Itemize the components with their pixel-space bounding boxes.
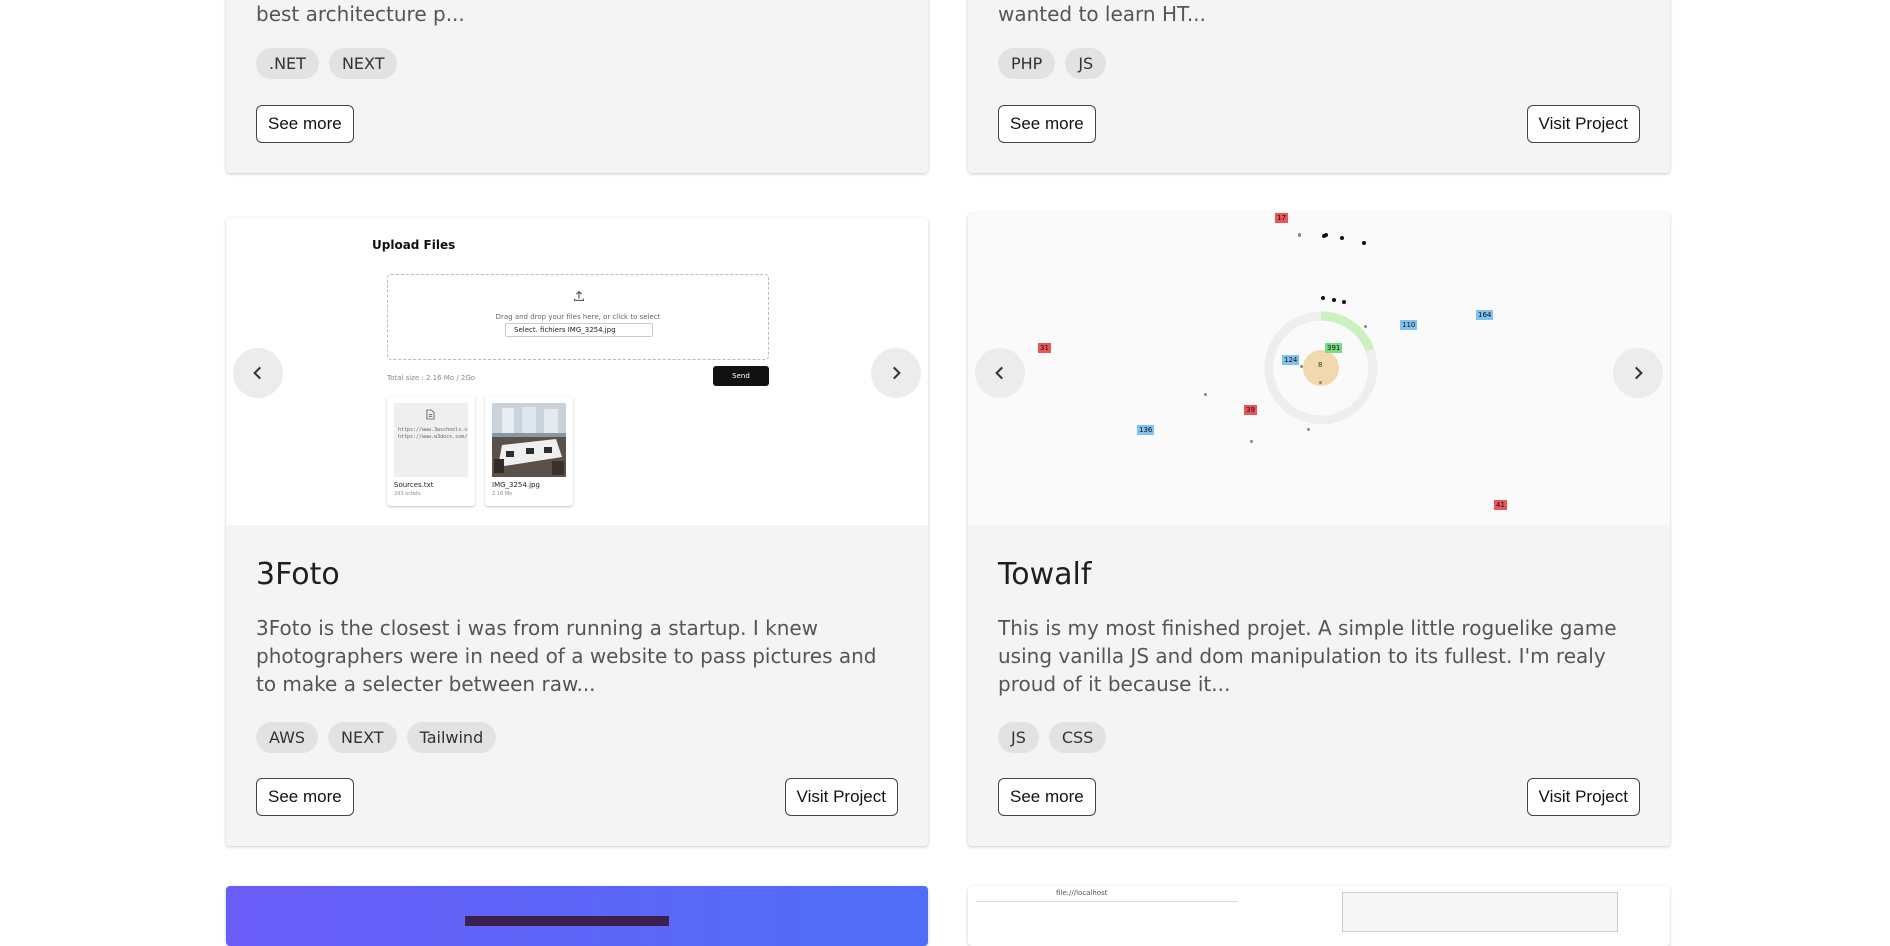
file-size: 2.16 Mo bbox=[492, 491, 513, 497]
total-size: Total size : 2.16 Mo / 2Go bbox=[387, 374, 476, 382]
damage-label: 136 bbox=[1137, 425, 1155, 435]
chevron-left-icon bbox=[253, 366, 261, 380]
file-name: Sources.txt bbox=[394, 481, 434, 489]
tag: JS bbox=[1065, 48, 1107, 79]
drop-text: Drag and drop your files here, or click … bbox=[495, 313, 661, 321]
browser-toolbar-preview: file:///localhost bbox=[976, 886, 1238, 902]
upload-title: Upload Files bbox=[372, 238, 456, 252]
project-description: wanted to learn HT... bbox=[998, 2, 1206, 26]
send-button-preview: Send bbox=[713, 366, 769, 386]
file-thumbnail: IMG_3254.jpg 2.16 Mo bbox=[485, 396, 573, 506]
enemy-dot bbox=[1307, 428, 1310, 431]
carousel-slide: Upload Files Drag and drop your files he… bbox=[226, 218, 928, 525]
file-thumbnail: https://www.3wschools.com/javascript/js_… bbox=[387, 396, 475, 506]
enemy-dot bbox=[1364, 325, 1367, 328]
file-icon bbox=[426, 409, 435, 420]
browser-window-preview bbox=[1342, 892, 1618, 932]
chevron-right-icon bbox=[893, 366, 901, 380]
projects-grid: best architecture p... .NET NEXT See mor… bbox=[0, 0, 1890, 946]
tag-list: PHP JS bbox=[998, 48, 1107, 79]
tag: .NET bbox=[256, 48, 319, 79]
damage-label: 391 bbox=[1325, 343, 1343, 353]
damage-label: 41 bbox=[1494, 500, 1507, 510]
project-title: 3Foto bbox=[256, 557, 340, 592]
tag: Tailwind bbox=[406, 722, 497, 753]
see-more-button[interactable]: See more bbox=[998, 105, 1096, 143]
enemy-dot bbox=[1250, 440, 1253, 443]
damage-label: 31 bbox=[1038, 343, 1051, 353]
enemy-dot bbox=[1298, 233, 1301, 236]
file-select-input: Select. fichiers IMG_3254.jpg bbox=[505, 323, 653, 337]
image-carousel: Upload Files Drag and drop your files he… bbox=[226, 218, 928, 525]
enemy-dot bbox=[1321, 296, 1325, 300]
carousel-prev-button[interactable] bbox=[975, 348, 1025, 398]
damage-label: 110 bbox=[1400, 320, 1418, 330]
project-card-top-left: best architecture p... .NET NEXT See mor… bbox=[226, 0, 928, 173]
enemy-dot bbox=[1204, 393, 1207, 396]
tag-list: .NET NEXT bbox=[256, 48, 398, 79]
project-title: Towalf bbox=[998, 557, 1092, 592]
upload-icon bbox=[574, 290, 584, 301]
browser-url: file:///localhost bbox=[1056, 889, 1108, 897]
project-description: This is my most finished projet. A simpl… bbox=[998, 616, 1617, 696]
tag: CSS bbox=[1048, 722, 1107, 753]
damage-label: 39 bbox=[1244, 405, 1257, 415]
visit-project-button[interactable]: Visit Project bbox=[1526, 105, 1640, 143]
enemy-dot bbox=[1332, 298, 1336, 302]
player-value: 8 bbox=[1318, 361, 1323, 369]
file-name: IMG_3254.jpg bbox=[492, 481, 540, 489]
see-more-button[interactable]: See more bbox=[256, 778, 354, 816]
carousel-prev-button[interactable] bbox=[233, 348, 283, 398]
enemy-dot bbox=[1362, 241, 1366, 245]
tag-list: AWS NEXT Tailwind bbox=[256, 722, 497, 753]
tag: NEXT bbox=[328, 48, 398, 79]
tag-list: JS CSS bbox=[998, 722, 1107, 753]
enemy-dot bbox=[1324, 233, 1328, 237]
project-description: 3Foto is the closest i was from running … bbox=[256, 616, 877, 696]
tag: JS bbox=[998, 722, 1039, 753]
carousel-slide: 17 31 124 391 110 164 39 136 41 8 bbox=[968, 213, 1670, 525]
project-card-towalf: 17 31 124 391 110 164 39 136 41 8 Towalf… bbox=[968, 213, 1670, 846]
game-arena bbox=[1264, 311, 1378, 425]
office-photo bbox=[492, 403, 566, 477]
tag: PHP bbox=[998, 48, 1056, 79]
drop-zone: Drag and drop your files here, or click … bbox=[387, 274, 769, 360]
chevron-right-icon bbox=[1635, 366, 1643, 380]
damage-label: 124 bbox=[1282, 355, 1300, 365]
file-size: 293 octets bbox=[394, 491, 421, 497]
project-card-bottom-left bbox=[226, 886, 928, 946]
image-carousel: 17 31 124 391 110 164 39 136 41 8 bbox=[968, 213, 1670, 525]
project-description: best architecture p... bbox=[256, 2, 465, 26]
project-card-bottom-right: file:///localhost bbox=[968, 886, 1670, 946]
see-more-button[interactable]: See more bbox=[256, 105, 354, 143]
visit-project-button[interactable]: Visit Project bbox=[1526, 778, 1640, 816]
enemy-dot bbox=[1319, 381, 1322, 384]
damage-label: 164 bbox=[1476, 310, 1494, 320]
see-more-button[interactable]: See more bbox=[998, 778, 1096, 816]
project-card-3foto: Upload Files Drag and drop your files he… bbox=[226, 218, 928, 846]
visit-project-button[interactable]: Visit Project bbox=[784, 778, 898, 816]
carousel-next-button[interactable] bbox=[1613, 348, 1663, 398]
project-card-top-right: wanted to learn HT... PHP JS See more Vi… bbox=[968, 0, 1670, 173]
enemy-dot bbox=[1340, 236, 1344, 240]
damage-label: 17 bbox=[1275, 213, 1288, 223]
preview-image-dark-block bbox=[465, 916, 669, 926]
tag: AWS bbox=[256, 722, 319, 753]
enemy-dot bbox=[1300, 365, 1303, 368]
enemy-dot bbox=[1342, 300, 1346, 304]
tag: NEXT bbox=[328, 722, 397, 753]
chevron-left-icon bbox=[995, 366, 1003, 380]
carousel-next-button[interactable] bbox=[871, 348, 921, 398]
